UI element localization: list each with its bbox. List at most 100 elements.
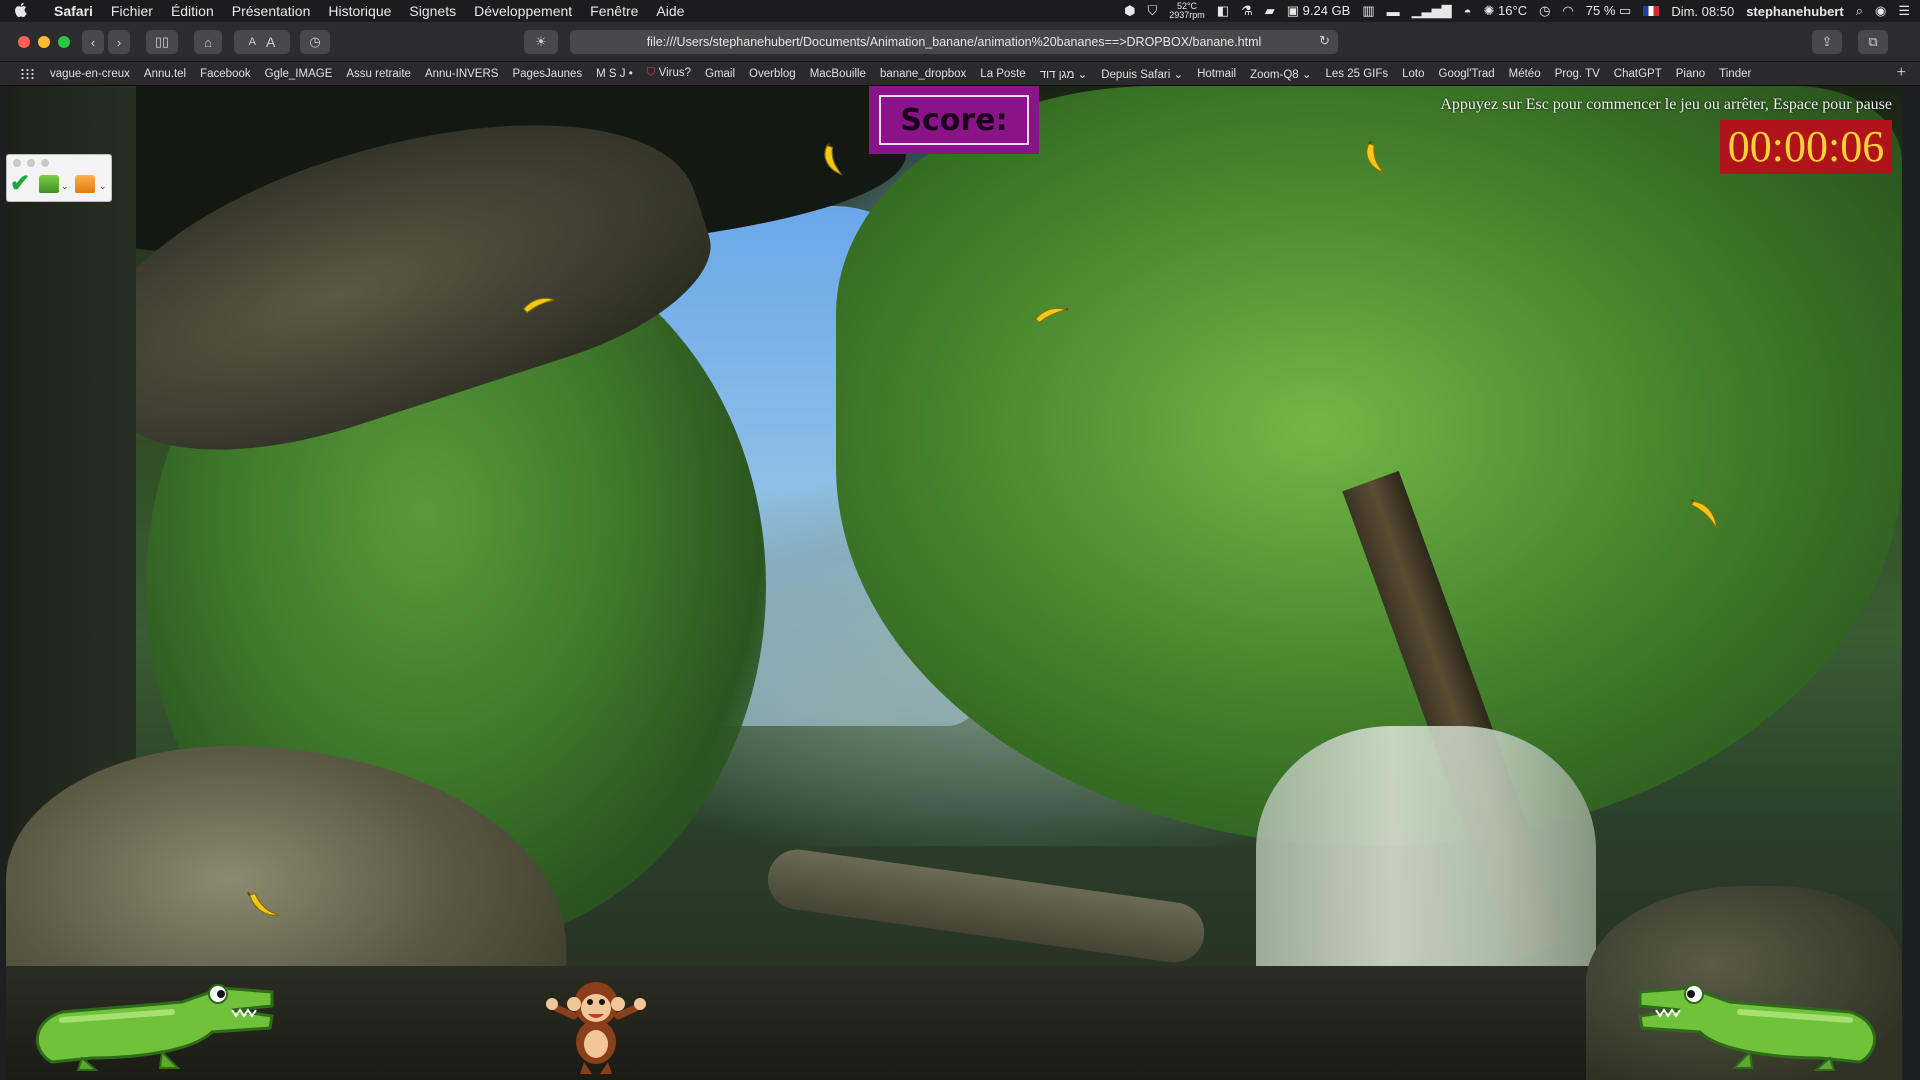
bookmark-item[interactable]: La Poste bbox=[980, 68, 1025, 80]
dropbox-d-icon[interactable]: ◧ bbox=[1217, 3, 1229, 19]
display-icon[interactable]: ▬ bbox=[1387, 4, 1400, 19]
back-button[interactable]: ‹ bbox=[82, 30, 104, 54]
zoom-window-button[interactable] bbox=[58, 36, 70, 48]
apple-icon[interactable] bbox=[10, 2, 32, 21]
crocodile-icon bbox=[36, 984, 274, 1071]
chevron-down-icon[interactable]: ⌄ bbox=[99, 181, 107, 192]
bookmark-item[interactable]: Loto bbox=[1402, 68, 1424, 80]
flask-icon[interactable]: ⚗ bbox=[1241, 3, 1253, 19]
add-tab-icon[interactable]: + bbox=[1897, 64, 1906, 82]
widget-minimize-dot[interactable] bbox=[27, 159, 35, 167]
bookmark-item[interactable]: Les 25 GIFs bbox=[1326, 68, 1389, 80]
shield-icon[interactable]: ⬢ bbox=[1124, 3, 1135, 19]
bookmark-item[interactable]: M S J • bbox=[596, 68, 633, 80]
bookmark-folder[interactable]: Depuis Safari ⌄ bbox=[1101, 67, 1183, 81]
bookmark-item[interactable]: MacBouille bbox=[810, 68, 866, 80]
battery-percent: 75 % bbox=[1585, 3, 1616, 18]
reload-icon[interactable]: ↻ bbox=[1319, 33, 1330, 49]
bookmark-item[interactable]: ⛉ Virus? bbox=[647, 67, 691, 80]
time-machine-icon[interactable]: ◷ bbox=[1539, 3, 1550, 19]
bookmark-item[interactable]: Météo bbox=[1509, 68, 1541, 80]
bookmark-item[interactable]: PagesJaunes bbox=[512, 68, 582, 80]
menu-aide[interactable]: Aide bbox=[656, 3, 684, 19]
sidebar-icon: ▯▯ bbox=[154, 34, 170, 49]
shield-helmet-icon[interactable]: ◓ bbox=[1464, 4, 1472, 19]
menu-fenetre[interactable]: Fenêtre bbox=[590, 3, 638, 19]
font-size-buttons[interactable]: A A bbox=[234, 30, 290, 54]
battery-readout[interactable]: 75 % ▭ bbox=[1586, 3, 1632, 19]
floating-tool-widget[interactable]: ✔ ⌄ ⌄ bbox=[6, 154, 112, 202]
green-highlighter-icon[interactable] bbox=[39, 175, 59, 193]
home-button[interactable]: ⌂ bbox=[194, 30, 222, 54]
bookmark-folder[interactable]: מגן דוד ⌄ bbox=[1040, 67, 1088, 81]
spotlight-search-icon[interactable]: ⌕ bbox=[1856, 3, 1863, 19]
memory-readout[interactable]: ▣ 9.24 GB bbox=[1287, 3, 1351, 19]
bookmark-item[interactable]: Overblog bbox=[749, 68, 796, 80]
notification-center-icon[interactable]: ☰ bbox=[1898, 3, 1910, 19]
score-label: Score: bbox=[879, 95, 1029, 145]
sidebar-button[interactable]: ▯▯ bbox=[146, 30, 178, 54]
menu-app-safari[interactable]: Safari bbox=[54, 3, 93, 19]
grid-icon[interactable] bbox=[20, 67, 36, 80]
memory-value: 9.24 GB bbox=[1302, 3, 1351, 18]
wifi-icon[interactable]: ◠ bbox=[1562, 3, 1573, 19]
share-button[interactable]: ⇪ bbox=[1812, 30, 1842, 54]
vpn-shield-icon[interactable]: ⛉ bbox=[1147, 3, 1157, 19]
weather-temp: 16°C bbox=[1498, 3, 1528, 18]
menu-historique[interactable]: Historique bbox=[328, 3, 391, 19]
extension-button[interactable]: ☀ bbox=[524, 30, 558, 54]
close-window-button[interactable] bbox=[18, 36, 30, 48]
minimize-window-button[interactable] bbox=[38, 36, 50, 48]
battery-icon: ▭ bbox=[1619, 3, 1632, 18]
history-button[interactable]: ◷ bbox=[300, 30, 330, 54]
menu-bar: Safari Fichier Édition Présentation Hist… bbox=[0, 0, 1920, 22]
speech-icon[interactable]: ▰ bbox=[1265, 3, 1275, 19]
clock-datetime[interactable]: Dim. 08:50 bbox=[1671, 4, 1734, 19]
bookmark-item[interactable]: Googl'Trad bbox=[1439, 68, 1495, 80]
menu-presentation[interactable]: Présentation bbox=[232, 3, 311, 19]
font-larger-label[interactable]: A bbox=[266, 34, 275, 50]
bookmark-item[interactable]: Piano bbox=[1676, 68, 1705, 80]
bookmark-label: Virus? bbox=[658, 67, 691, 79]
bookmark-item[interactable]: Facebook bbox=[200, 68, 251, 80]
weather-readout[interactable]: ✺ 16°C bbox=[1484, 3, 1528, 19]
menu-signets[interactable]: Signets bbox=[409, 3, 456, 19]
address-bar[interactable]: file:///Users/stephanehubert/Documents/A… bbox=[570, 30, 1338, 54]
chevron-left-icon: ‹ bbox=[90, 34, 96, 50]
french-flag-icon[interactable] bbox=[1643, 6, 1660, 16]
menu-developpement[interactable]: Développement bbox=[474, 3, 572, 19]
bookmark-item[interactable]: Annu-INVERS bbox=[425, 68, 499, 80]
fan-speed: 2937rpm bbox=[1169, 10, 1205, 20]
font-smaller-label[interactable]: A bbox=[249, 36, 256, 48]
bookmark-item[interactable]: Ggle_IMAGE bbox=[265, 68, 333, 80]
user-name[interactable]: stephanehubert bbox=[1746, 4, 1844, 19]
bookmark-item[interactable]: Prog. TV bbox=[1555, 68, 1600, 80]
banana-icon bbox=[1366, 141, 1385, 174]
bookmark-item[interactable]: Assu retraite bbox=[346, 68, 411, 80]
game-canvas[interactable]: Score: Appuyez sur Esc pour commencer le… bbox=[6, 86, 1902, 1080]
signal-bars-icon[interactable]: ▁▃▅▇ bbox=[1412, 3, 1452, 19]
bookmark-item[interactable]: Tinder bbox=[1719, 68, 1751, 80]
tabs-overview-button[interactable]: ⧉ bbox=[1858, 30, 1888, 54]
banana-icon bbox=[247, 892, 281, 916]
checkmark-icon[interactable]: ✔ bbox=[10, 169, 30, 198]
widget-zoom-dot[interactable] bbox=[41, 159, 49, 167]
chevron-right-icon: › bbox=[116, 34, 122, 50]
bookmark-item[interactable]: vague-en-creux bbox=[50, 68, 130, 80]
chevron-down-icon[interactable]: ⌄ bbox=[61, 181, 69, 192]
tabs-icon: ⧉ bbox=[1868, 34, 1878, 49]
bookmark-item[interactable]: ChatGPT bbox=[1614, 68, 1662, 80]
siri-icon[interactable]: ◉ bbox=[1875, 3, 1886, 19]
menu-edition[interactable]: Édition bbox=[171, 3, 214, 19]
cpu-sensor[interactable]: 52°C 2937rpm bbox=[1169, 2, 1205, 20]
disk-bars-icon[interactable]: ▥ bbox=[1362, 3, 1374, 19]
bookmark-item[interactable]: Annu.tel bbox=[144, 68, 186, 80]
bookmark-folder[interactable]: Zoom-Q8 ⌄ bbox=[1250, 67, 1311, 81]
forward-button[interactable]: › bbox=[108, 30, 130, 54]
bookmark-item[interactable]: Gmail bbox=[705, 68, 735, 80]
widget-close-dot[interactable] bbox=[13, 159, 21, 167]
menu-fichier[interactable]: Fichier bbox=[111, 3, 153, 19]
bookmark-item[interactable]: Hotmail bbox=[1197, 68, 1236, 80]
orange-highlighter-icon[interactable] bbox=[75, 175, 95, 193]
bookmark-item[interactable]: banane_dropbox bbox=[880, 68, 966, 80]
